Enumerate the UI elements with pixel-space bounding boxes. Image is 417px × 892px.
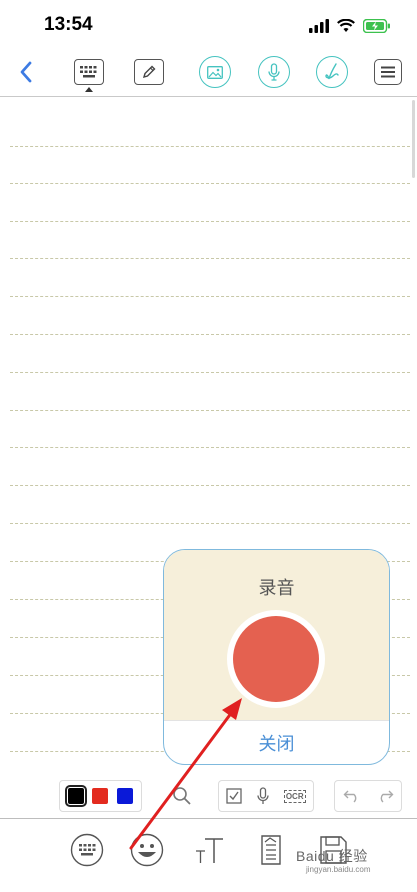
color-swatch-red[interactable] xyxy=(92,788,109,804)
emoji-icon xyxy=(130,833,164,867)
record-button[interactable] xyxy=(227,610,325,708)
signal-icon xyxy=(309,19,329,33)
recording-popup: 录音 关闭 xyxy=(163,549,390,765)
close-button[interactable]: 关闭 xyxy=(164,720,389,764)
back-icon xyxy=(20,61,32,83)
color-swatch-blue[interactable] xyxy=(116,788,133,804)
status-time: 13:54 xyxy=(44,14,93,35)
keyboard-icon xyxy=(70,833,104,867)
ruled-line xyxy=(10,334,410,335)
ruled-line xyxy=(10,523,410,524)
pen-edit-icon xyxy=(142,65,156,79)
insert-tools: OCR xyxy=(218,780,314,812)
image-icon xyxy=(207,65,223,79)
record-dot-icon xyxy=(233,616,319,702)
checkbox-icon[interactable] xyxy=(226,788,243,804)
menu-icon xyxy=(381,66,395,78)
watermark-text: Baidu 经验 xyxy=(296,848,368,864)
status-icons xyxy=(309,16,391,36)
keyboard-mode-button[interactable] xyxy=(74,59,104,85)
keyboard-icon xyxy=(80,66,97,78)
redo-icon[interactable] xyxy=(376,789,394,803)
text-size-icon xyxy=(196,838,223,863)
microphone-icon[interactable] xyxy=(257,787,269,805)
undo-icon[interactable] xyxy=(343,789,361,803)
color-swatch-black[interactable] xyxy=(65,785,88,807)
handwriting-button[interactable] xyxy=(316,56,348,88)
ruled-line xyxy=(10,146,410,147)
search-button[interactable] xyxy=(172,786,192,811)
handwriting-icon xyxy=(325,63,339,80)
battery-icon xyxy=(363,19,390,33)
color-palette xyxy=(59,780,142,812)
wifi-icon xyxy=(337,19,355,32)
ruled-line xyxy=(10,183,410,184)
document-icon xyxy=(261,835,281,865)
record-audio-button[interactable] xyxy=(258,56,290,88)
pen-mode-button[interactable] xyxy=(134,59,164,85)
menu-button[interactable] xyxy=(374,59,402,85)
ocr-button[interactable]: OCR xyxy=(283,789,306,803)
emoji-button[interactable] xyxy=(128,831,166,869)
ruled-line xyxy=(10,221,410,222)
keyboard-button[interactable] xyxy=(68,831,106,869)
history-tools xyxy=(334,780,402,812)
insert-image-button[interactable] xyxy=(199,56,231,88)
ruled-line xyxy=(10,296,410,297)
active-indicator-icon xyxy=(85,87,93,92)
ruled-line xyxy=(10,485,410,486)
ruled-line xyxy=(10,410,410,411)
recording-title: 录音 xyxy=(258,578,295,598)
text-size-button[interactable] xyxy=(190,831,228,869)
ruled-line xyxy=(10,258,410,259)
search-icon xyxy=(173,787,191,805)
watermark-url: jingyan.baidu.com xyxy=(306,865,371,874)
scrollbar-thumb[interactable] xyxy=(412,100,415,178)
top-toolbar xyxy=(0,48,417,97)
back-button[interactable] xyxy=(14,60,38,84)
ruled-line xyxy=(10,372,410,373)
document-button[interactable] xyxy=(252,831,290,869)
microphone-icon xyxy=(268,63,280,81)
ruled-line xyxy=(10,447,410,448)
